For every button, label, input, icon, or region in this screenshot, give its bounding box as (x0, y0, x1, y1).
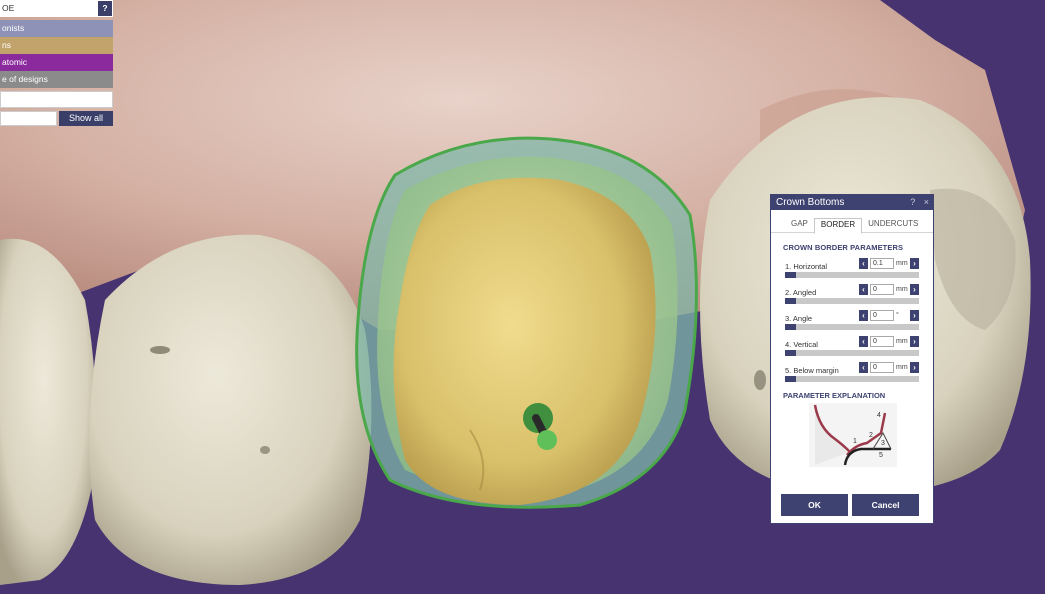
layer-anatomic[interactable]: atomic (0, 54, 113, 71)
dialog-buttons: OK Cancel (781, 494, 919, 516)
layers-header-label: OE (2, 3, 15, 13)
tab-gap[interactable]: GAP (785, 218, 814, 232)
unit-label: mm (896, 364, 908, 371)
param-label: 3. Angle (785, 314, 813, 323)
increase-arrow-icon[interactable]: › (910, 284, 919, 295)
crown-bottoms-dialog: Crown Bottoms ? × GAP BORDER UNDERCUTS C… (770, 194, 934, 524)
layer-preparations[interactable]: ns (0, 37, 113, 54)
tooth-left (89, 234, 372, 585)
diagram-label-5: 5 (879, 452, 883, 459)
param-label: 1. Horizontal (785, 262, 828, 271)
cancel-button[interactable]: Cancel (852, 494, 919, 516)
parameter-explanation-diagram: 1 2 3 4 5 (809, 403, 897, 467)
param-horizontal: 1. Horizontal ‹ 0.1 mm › (783, 257, 919, 283)
layer-library-of-designs[interactable]: e of designs (0, 71, 113, 88)
decrease-arrow-icon[interactable]: ‹ (859, 258, 868, 269)
decrease-arrow-icon[interactable]: ‹ (859, 336, 868, 347)
param-below-margin: 5. Below margin ‹ 0 mm › (783, 361, 919, 387)
layers-panel: OE ? onists ns atomic e of designs Show … (0, 0, 113, 126)
param-angled: 2. Angled ‹ 0 mm › (783, 283, 919, 309)
unit-label: ° (896, 312, 899, 319)
layer-filter-input[interactable] (0, 91, 113, 108)
param-slider[interactable] (785, 376, 919, 382)
param-label: 5. Below margin (785, 366, 839, 375)
show-all-button[interactable]: Show all (59, 111, 113, 126)
dialog-title: Crown Bottoms (776, 197, 845, 208)
explanation-title: PARAMETER EXPLANATION (783, 391, 886, 400)
value-input[interactable]: 0 (870, 336, 894, 347)
param-label: 2. Angled (785, 288, 817, 297)
param-slider[interactable] (785, 324, 919, 330)
value-input[interactable]: 0 (870, 310, 894, 321)
dialog-help-icon[interactable]: ? (910, 197, 915, 207)
section-title: CROWN BORDER PARAMETERS (783, 243, 904, 252)
increase-arrow-icon[interactable]: › (910, 336, 919, 347)
increase-arrow-icon[interactable]: › (910, 310, 919, 321)
dialog-close-icon[interactable]: × (924, 197, 929, 207)
tab-undercuts[interactable]: UNDERCUTS (862, 218, 924, 232)
value-input[interactable]: 0 (870, 284, 894, 295)
value-input[interactable]: 0.1 (870, 258, 894, 269)
decrease-arrow-icon[interactable]: ‹ (859, 310, 868, 321)
ok-button[interactable]: OK (781, 494, 848, 516)
unit-label: mm (896, 260, 908, 267)
dialog-titlebar[interactable]: Crown Bottoms ? × (771, 195, 933, 210)
param-slider[interactable] (785, 272, 919, 278)
unit-label: mm (896, 286, 908, 293)
dialog-tabs: GAP BORDER UNDERCUTS (771, 210, 933, 234)
param-angle: 3. Angle ‹ 0 ° › (783, 309, 919, 335)
param-label: 4. Vertical (785, 340, 818, 349)
diagram-label-3: 3 (881, 440, 885, 447)
param-slider[interactable] (785, 298, 919, 304)
help-button[interactable]: ? (98, 1, 112, 16)
decrease-arrow-icon[interactable]: ‹ (859, 362, 868, 373)
layers-footer: Show all (0, 111, 113, 126)
diagram-label-2: 2 (869, 432, 873, 439)
unit-label: mm (896, 338, 908, 345)
diagram-label-4: 4 (877, 412, 881, 419)
layers-header: OE ? (0, 0, 113, 17)
layer-antagonists[interactable]: onists (0, 20, 113, 37)
increase-arrow-icon[interactable]: › (910, 258, 919, 269)
diagram-label-1: 1 (853, 438, 857, 445)
increase-arrow-icon[interactable]: › (910, 362, 919, 373)
param-vertical: 4. Vertical ‹ 0 mm › (783, 335, 919, 361)
param-slider[interactable] (785, 350, 919, 356)
value-input[interactable]: 0 (870, 362, 894, 373)
layer-search-input[interactable] (0, 111, 57, 126)
tab-border[interactable]: BORDER (813, 218, 863, 234)
crown-model (393, 177, 656, 505)
decrease-arrow-icon[interactable]: ‹ (859, 284, 868, 295)
